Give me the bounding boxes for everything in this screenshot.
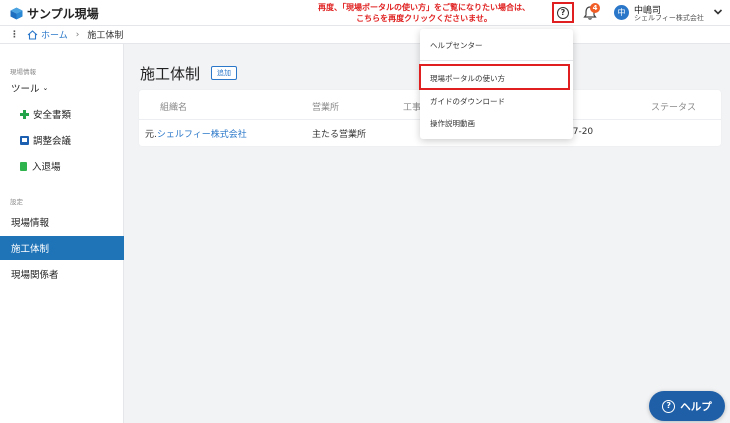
- breadcrumb-home-link[interactable]: ホーム: [41, 28, 68, 41]
- home-icon[interactable]: [27, 29, 38, 40]
- help-menu-button[interactable]: ?: [552, 2, 574, 23]
- page-title: 施工体制: [140, 65, 201, 83]
- help-notice: 再度、「現場ポータルの使い方」をご覧になりたい場合は、 こちらを再度クリックくだ…: [298, 2, 550, 24]
- office-cell: 主たる営業所: [312, 130, 367, 140]
- site-logo[interactable]: サンプル現場: [10, 5, 99, 22]
- sidebar-item-label: 施工体制: [11, 244, 50, 255]
- sidebar-item-safety-documents[interactable]: 安全書類: [0, 102, 124, 126]
- sidebar-item-tools[interactable]: ツール ⌄: [0, 76, 124, 100]
- sidebar-item-site-info[interactable]: 現場情報: [0, 210, 124, 234]
- sidebar-item-site-members[interactable]: 現場関係者: [0, 262, 124, 286]
- highlight-box: [419, 64, 570, 90]
- help-circle-icon: ?: [662, 399, 676, 413]
- column-header-construction: 工事: [403, 103, 422, 113]
- help-button[interactable]: ? ヘルプ: [649, 391, 725, 421]
- menu-item-tutorial-video[interactable]: 操作説明動画: [430, 118, 475, 129]
- menu-divider: [420, 60, 573, 61]
- notification-badge: 4: [590, 3, 600, 13]
- sidebar-item-coordination-meeting[interactable]: 調整会議: [0, 128, 124, 152]
- sidebar-section-site-info: 現場情報: [10, 68, 36, 76]
- avatar[interactable]: 中: [614, 5, 629, 20]
- org-name-link[interactable]: シェルフィー株式会社: [157, 130, 247, 140]
- sidebar-item-label: 安全書類: [33, 110, 72, 121]
- user-company: シェルフィー株式会社: [634, 14, 704, 22]
- green-tag-icon: [20, 161, 27, 171]
- sidebar-item-label: 現場情報: [11, 218, 50, 229]
- breadcrumb-separator: ›: [75, 29, 80, 40]
- column-header-org-name: 組織名: [160, 103, 188, 113]
- sidebar-section-settings: 設定: [10, 198, 23, 206]
- help-notice-line1: 再度、「現場ポータルの使い方」をご覧になりたい場合は、: [318, 3, 530, 12]
- sidebar: 現場情報 ツール ⌄ 安全書類 調整会議 入退場 設定 現場情報 施工体制 現場…: [0, 44, 124, 423]
- sidebar-item-label: 現場関係者: [11, 270, 59, 281]
- chevron-down-icon: ⌄: [42, 84, 49, 92]
- chevron-down-icon[interactable]: [713, 7, 723, 17]
- sidebar-item-label: 入退場: [32, 162, 61, 173]
- plus-icon: [20, 109, 29, 119]
- sidebar-item-label: 調整会議: [33, 136, 72, 147]
- logo-cube-icon: [10, 7, 23, 20]
- add-button[interactable]: 追加: [211, 66, 237, 80]
- site-name: サンプル現場: [27, 7, 99, 21]
- column-header-office: 営業所: [312, 103, 340, 113]
- document-icon: [20, 135, 29, 145]
- sidebar-item-entry-exit[interactable]: 入退場: [0, 154, 124, 178]
- menu-item-help-center[interactable]: ヘルプセンター: [430, 40, 483, 51]
- help-button-label: ヘルプ: [680, 400, 712, 413]
- help-notice-line2: こちらを再度クリックくださいませ。: [356, 14, 492, 23]
- menu-dots-icon[interactable]: ⋮: [10, 30, 19, 40]
- menu-item-guide-download[interactable]: ガイドのダウンロード: [430, 96, 505, 107]
- sidebar-item-label: ツール: [11, 84, 40, 95]
- breadcrumb-current: 施工体制: [87, 31, 124, 41]
- breadcrumb: ⋮ ホーム › 施工体制: [0, 26, 730, 44]
- help-circle-icon: ?: [557, 6, 569, 19]
- column-header-status: ステータス: [651, 103, 697, 113]
- sidebar-item-construction-structure[interactable]: 施工体制: [0, 236, 124, 260]
- org-prefix: 元.: [145, 130, 157, 140]
- top-header: サンプル現場 再度、「現場ポータルの使い方」をご覧になりたい場合は、 こちらを再…: [0, 0, 730, 26]
- table-row: 元.シェルフィー株式会社: [145, 127, 247, 140]
